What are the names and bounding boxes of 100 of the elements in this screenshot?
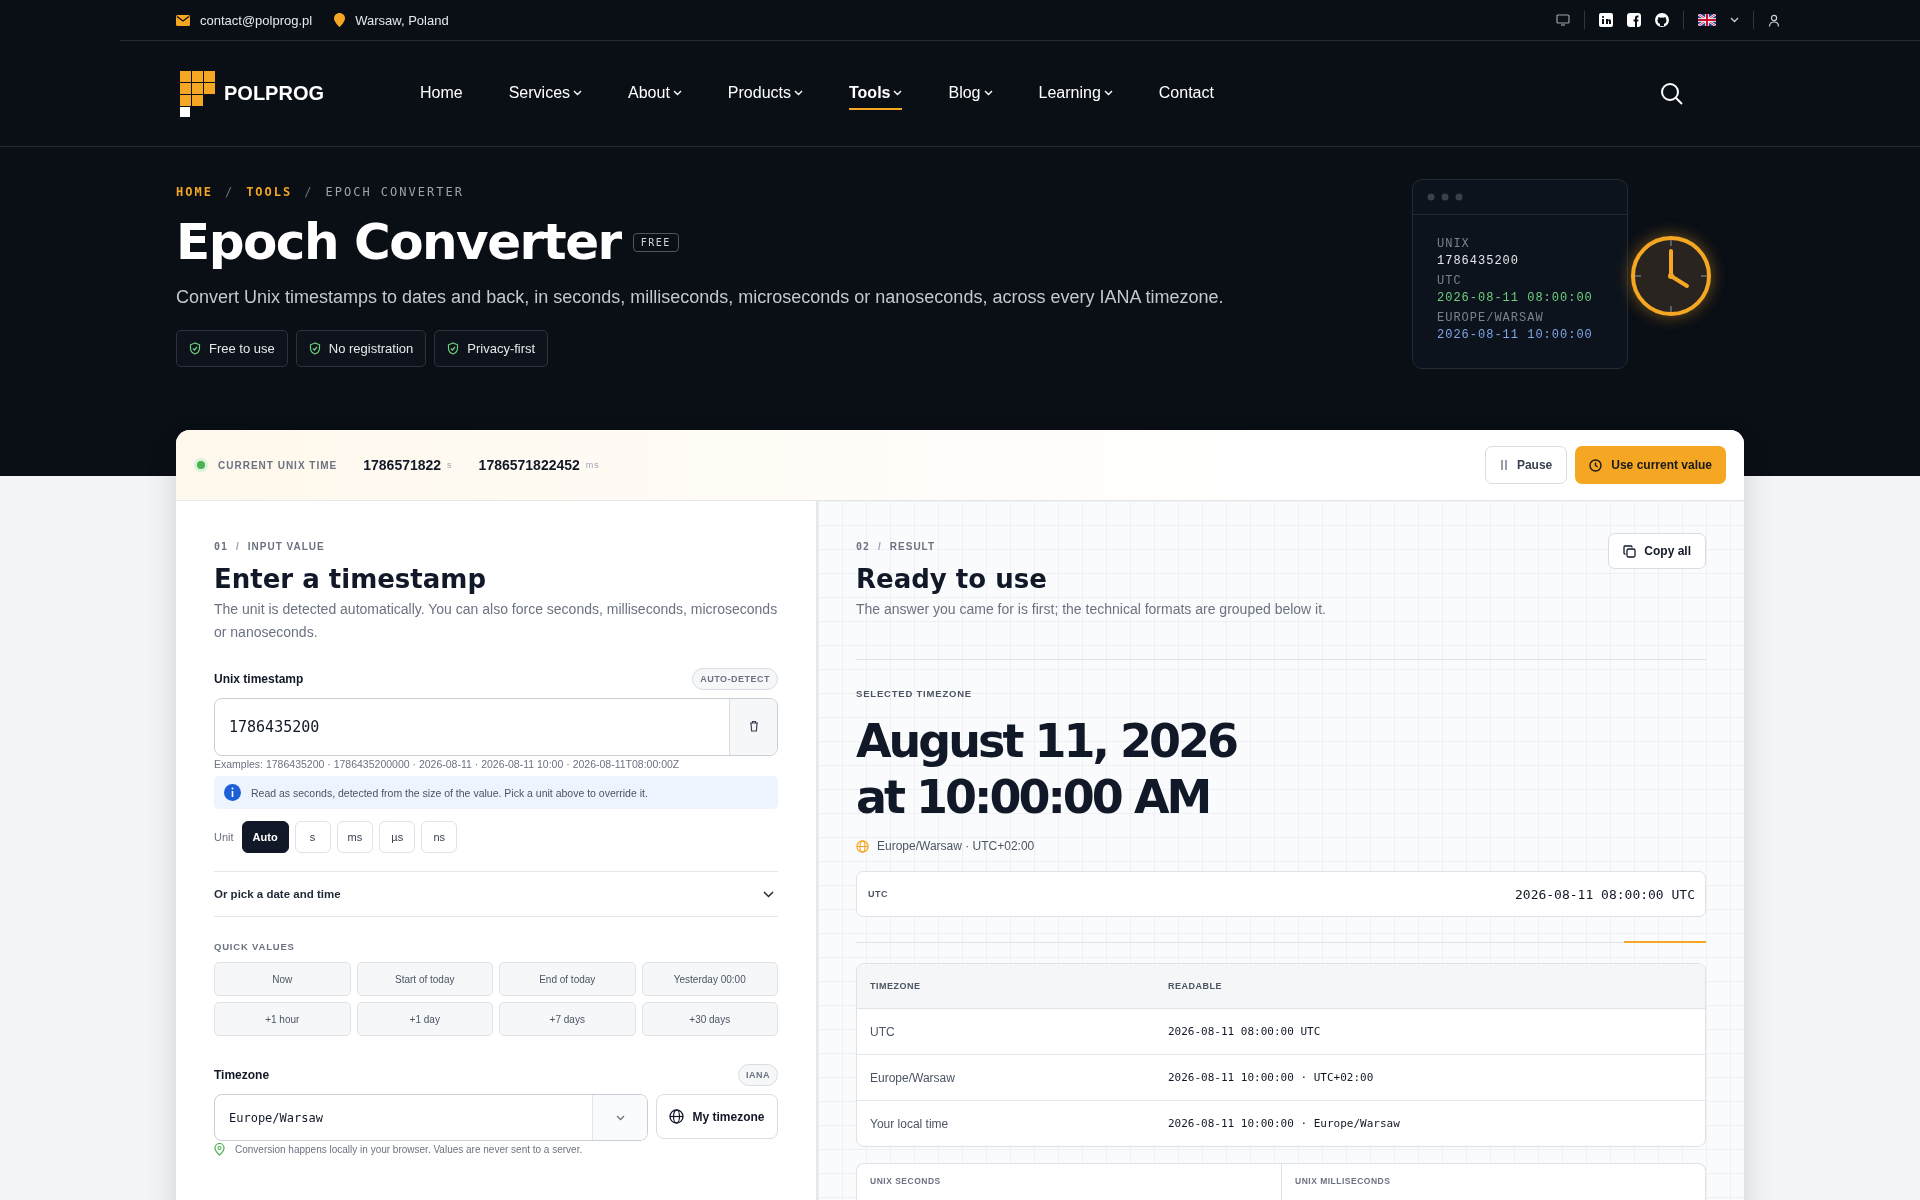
use-current-value-button[interactable]: Use current value [1575, 446, 1726, 484]
preview-label: EUROPE/WARSAW [1437, 311, 1545, 325]
preview-value: 1786435200 [1437, 254, 1520, 268]
breadcrumb-link[interactable]: TOOLS [246, 185, 293, 199]
facebook-icon[interactable] [1627, 13, 1641, 27]
live-dot-icon [194, 458, 208, 472]
pause-button[interactable]: Pause [1484, 446, 1568, 484]
my-timezone-button[interactable]: My timezone [656, 1094, 778, 1139]
quick-value-button[interactable]: End of today [499, 962, 636, 996]
unit-option[interactable]: ns [421, 821, 458, 853]
trash-icon [748, 719, 759, 732]
timezone-select[interactable]: Europe/Warsaw [214, 1094, 648, 1141]
step-label: RESULT [889, 541, 936, 552]
breadcrumb-separator: / [224, 185, 235, 199]
section-heading: Ready to use [856, 564, 1047, 594]
shield-check-icon [308, 342, 321, 355]
examples-text: Examples: 1786435200 · 1786435200000 · 2026-08-11 · 2026-08-11 10:00 · 2026-08-11T08:00:00Z [214, 758, 681, 770]
feature-chip: Free to use [176, 330, 288, 367]
preview-value: 2026-08-11 10:00:00 [1437, 328, 1594, 342]
shield-check-icon [447, 342, 460, 355]
nav-link[interactable]: Contact [1158, 77, 1214, 110]
github-icon[interactable] [1655, 13, 1669, 27]
quick-value-button[interactable]: Now [214, 962, 351, 996]
logo-text[interactable]: POLPROG [224, 82, 324, 105]
section-description: The unit is detected automatically. You can also force seconds, milliseconds, microseconds or nanoseconds. [214, 600, 778, 642]
copy-icon [1623, 544, 1637, 558]
quick-value-button[interactable]: +1 day [356, 1002, 493, 1036]
search-icon[interactable] [1660, 81, 1684, 106]
section-description: The answer you came for is first; the technical formats are grouped below it. [856, 600, 1327, 619]
iana-tag: IANA [738, 1064, 778, 1086]
page-title: Epoch Converter [176, 213, 621, 271]
location-pin-icon [214, 1143, 225, 1156]
step-separator: / [878, 541, 882, 552]
table-cell-text: Your local time [870, 1116, 950, 1131]
chevron-down-icon [615, 1114, 625, 1121]
table-cell-text: UTC [870, 1024, 896, 1039]
contact-email[interactable]: contact@polprog.pl [200, 12, 313, 28]
flag-icon[interactable] [1698, 14, 1716, 26]
nav-link[interactable]: Blog [948, 77, 993, 110]
unit-option[interactable]: µs [379, 821, 416, 853]
step-number: 01 [214, 541, 229, 552]
logo-icon[interactable] [180, 70, 216, 117]
column-header: TIMEZONE [870, 981, 922, 991]
feature-chip: No registration [295, 330, 427, 367]
shield-check-icon [189, 342, 201, 355]
result-date: August 11, 2026 [856, 713, 1238, 769]
utc-value: 2026-08-11 08:00:00 UTC [1515, 886, 1695, 902]
globe-icon [669, 1109, 685, 1124]
preview-label: UNIX [1437, 237, 1471, 251]
selected-timezone-label: SELECTED TIMEZONE [856, 688, 973, 699]
info-icon [224, 784, 241, 801]
nav-link[interactable]: Learning [1038, 77, 1113, 110]
utc-label: UTC [868, 889, 888, 899]
table-cell-text: 2026-08-11 10:00:00 · Europe/Warsaw [1168, 1117, 1401, 1130]
date-picker-toggle[interactable]: Or pick a date and time [214, 871, 778, 917]
live-label: CURRENT UNIX TIME [218, 459, 338, 471]
column-header: READABLE [1168, 981, 1223, 991]
quick-value-button[interactable]: Yesterday 00:00 [641, 962, 778, 996]
quick-value-button[interactable]: +1 hour [214, 1002, 351, 1036]
quick-values-label: QUICK VALUES [214, 941, 296, 952]
linkedin-icon[interactable] [1599, 13, 1613, 27]
timestamp-input[interactable]: 1786435200 [214, 698, 778, 756]
privacy-note: Conversion happens locally in your browser. Values are never sent to a server. [235, 1144, 583, 1155]
quick-value-button[interactable]: Start of today [356, 962, 493, 996]
page-subtitle: Convert Unix timestamps to dates and back, in seconds, milliseconds, microseconds or nanoseconds, across every IANA timezone. [176, 287, 1225, 308]
unix-seconds: 1786571822 [363, 457, 442, 473]
chevron-down-icon [763, 890, 774, 898]
unit-option[interactable]: s [294, 821, 331, 853]
breadcrumb-separator: / [304, 185, 314, 199]
format-label: UNIX SECONDS [869, 1175, 942, 1188]
section-heading: Enter a timestamp [214, 564, 488, 594]
globe-icon [856, 839, 869, 853]
user-icon[interactable] [1768, 13, 1780, 27]
step-number: 02 [856, 541, 871, 552]
nav-link[interactable]: Services [508, 77, 583, 110]
clock-icon [1589, 458, 1603, 472]
nav-link[interactable]: Products [727, 77, 803, 110]
quick-value-button[interactable]: +7 days [499, 1002, 636, 1036]
nav-link[interactable]: Tools [849, 77, 903, 110]
monitor-icon[interactable] [1556, 14, 1570, 26]
auto-detect-tag: AUTO-DETECT [692, 668, 778, 690]
nav-link[interactable]: About [628, 77, 682, 110]
field-label: Timezone [214, 1068, 270, 1082]
unit-option[interactable]: ms [336, 821, 374, 853]
breadcrumb-link[interactable]: HOME [176, 185, 213, 199]
preview-label: UTC [1437, 274, 1463, 288]
table-cell-text: 2026-08-11 10:00:00 · UTC+02:00 [1168, 1071, 1375, 1084]
quick-value-button[interactable]: +30 days [641, 1002, 778, 1036]
breadcrumb-current: EPOCH CONVERTER [325, 185, 464, 199]
field-label: Unix timestamp [214, 672, 304, 686]
table-cell-text: 2026-08-11 08:00:00 UTC [1168, 1025, 1322, 1038]
nav-link[interactable]: Home [420, 77, 463, 110]
copy-all-button[interactable]: Copy all [1608, 533, 1706, 569]
free-tag: FREE [632, 232, 679, 252]
unit-label: s [447, 460, 453, 470]
chevron-down-icon[interactable] [1730, 17, 1739, 23]
step-separator: / [236, 541, 240, 552]
preview-value: 2026-08-11 08:00:00 [1437, 291, 1594, 305]
unix-milliseconds: 1786571822452 [478, 457, 580, 473]
unit-option[interactable]: Auto [241, 821, 289, 853]
